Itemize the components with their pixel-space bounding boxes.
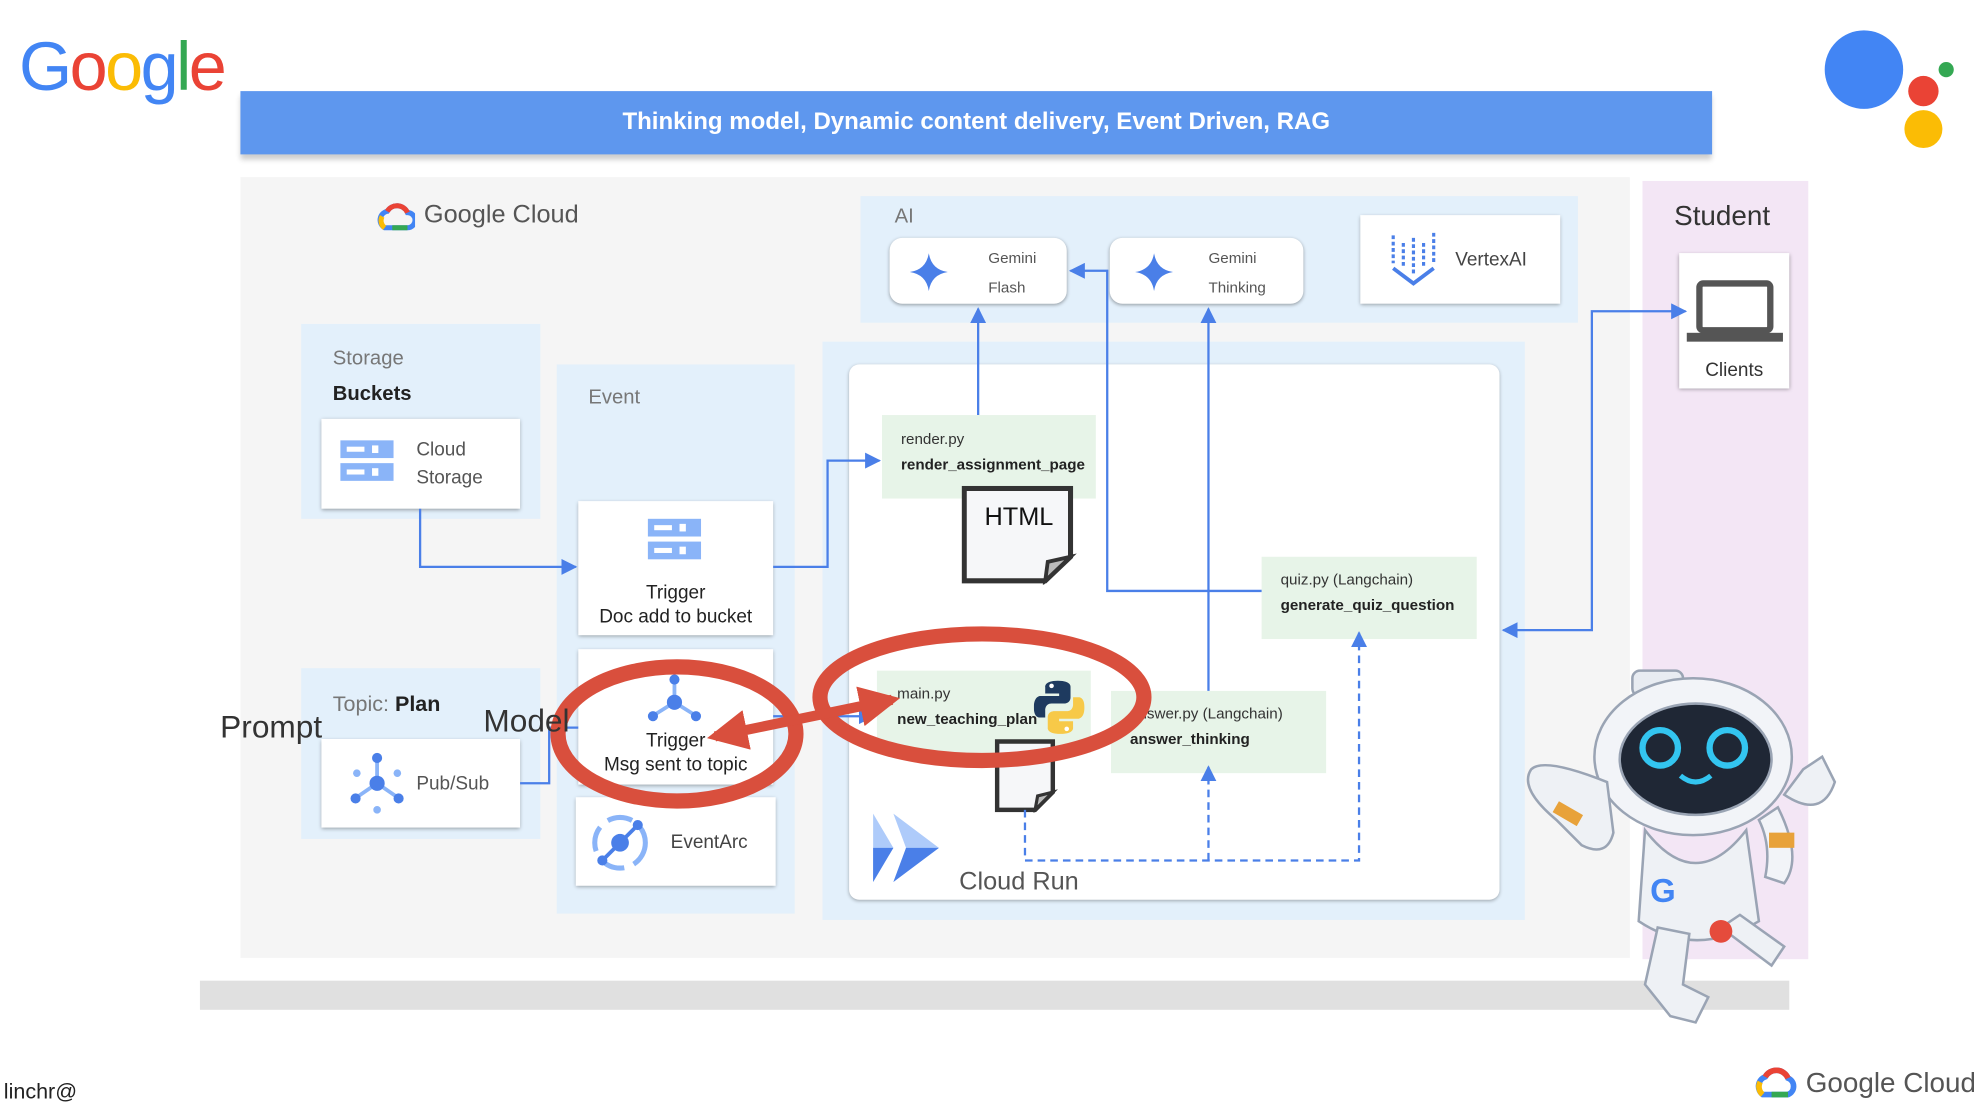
eventarc-card[interactable]: EventArc [575,797,776,886]
trigger-topic-card[interactable]: Trigger Msg sent to topic [578,649,774,785]
html-label: HTML [984,503,1054,532]
svg-text:G: G [1650,872,1676,909]
banner-title: Thinking model, Dynamic content delivery… [622,108,1331,136]
gemini-flash-sublabel: Flash [988,278,1026,297]
trigger-description: Doc add to bucket [599,606,753,628]
trigger-label: Trigger [646,730,706,752]
gemini-sparkle-icon [1135,253,1174,292]
laptop-icon [1686,280,1783,342]
eventarc-label: EventArc [670,831,748,853]
prompt-annotation: Prompt [220,709,323,746]
vertexai-icon [1391,232,1436,286]
document-icon [994,739,1058,819]
quiz-py-box[interactable]: quiz.py (Langchain) generate_quiz_questi… [1261,556,1477,640]
pubsub-icon [647,674,702,722]
eventarc-icon [592,814,648,871]
main-py-box[interactable]: main.py new_teaching_plan [876,670,1091,753]
gcp-logo: Google Cloud [377,200,579,239]
ai-label: AI [894,206,914,228]
topic-label: Topic: Plan [333,692,441,717]
cloud-storage-card[interactable]: Cloud Storage [321,418,521,509]
html-document-icon: HTML [961,485,1078,591]
cloud-storage-label: Cloud [416,439,466,461]
cloud-storage-icon [340,440,394,481]
main-function-label: new_teaching_plan [897,709,1038,728]
cloud-run-icon [873,813,939,882]
quiz-function-label: generate_quiz_question [1280,596,1455,614]
event-label: Event [588,387,641,409]
pubsub-icon [350,752,404,814]
gemini-sparkle-icon [909,253,948,292]
vertexai-card[interactable]: VertexAI [1360,215,1561,304]
render-file-label: render.py [900,430,965,448]
gemini-flash-card[interactable]: Gemini Flash [889,237,1067,304]
cloud-run-label: Cloud Run [959,868,1079,896]
buckets-label: Buckets [332,383,412,405]
title-banner: Thinking model, Dynamic content delivery… [240,91,1713,155]
author-label: linchr@ [3,1079,78,1104]
trigger-description: Msg sent to topic [603,754,748,776]
trigger-bucket-card[interactable]: Trigger Doc add to bucket [578,501,774,636]
vertexai-label: VertexAI [1455,249,1527,271]
robot-mascot-icon: G [1526,669,1837,1024]
google-logo: Google [18,29,227,106]
diagram: Google Thinking model, Dynamic content d… [0,0,1974,1103]
answer-function-label: answer_thinking [1130,730,1250,748]
clients-label: Clients [1705,359,1764,381]
gemini-thinking-sublabel: Thinking [1208,278,1266,297]
python-icon [1033,680,1085,734]
trigger-label: Trigger [646,582,706,604]
footer-brand: Google Cloud [1805,1066,1974,1099]
pubsub-label: Pub/Sub [416,773,490,795]
gemini-thinking-card[interactable]: Gemini Thinking [1109,237,1304,304]
cloud-storage-sublabel: Storage [416,466,483,489]
cloud-storage-icon [647,518,702,560]
quiz-file-label: quiz.py (Langchain) [1280,570,1414,589]
pubsub-card[interactable]: Pub/Sub [321,738,521,828]
storage-label: Storage [332,347,404,370]
gemini-flash-label: Gemini [988,249,1037,267]
gcp-label: Google Cloud [423,201,579,230]
cloud-logo-icon [1755,1067,1797,1098]
student-label: Student [1674,199,1771,232]
answer-py-box[interactable]: answer.py (Langchain) answer_thinking [1111,690,1327,774]
model-annotation: Model [483,703,570,739]
main-file-label: main.py [897,684,951,703]
topic-name: Plan [394,692,441,717]
topic-prefix: Topic: [332,692,395,717]
cloud-logo-icon [377,203,418,231]
answer-file-label: answer.py (Langchain) [1130,704,1283,723]
clients-card[interactable]: Clients [1679,253,1790,389]
gemini-thinking-label: Gemini [1208,249,1257,267]
gcp-footer-logo: Google Cloud [1754,1064,1974,1106]
render-function-label: render_assignment_page [900,455,1085,474]
